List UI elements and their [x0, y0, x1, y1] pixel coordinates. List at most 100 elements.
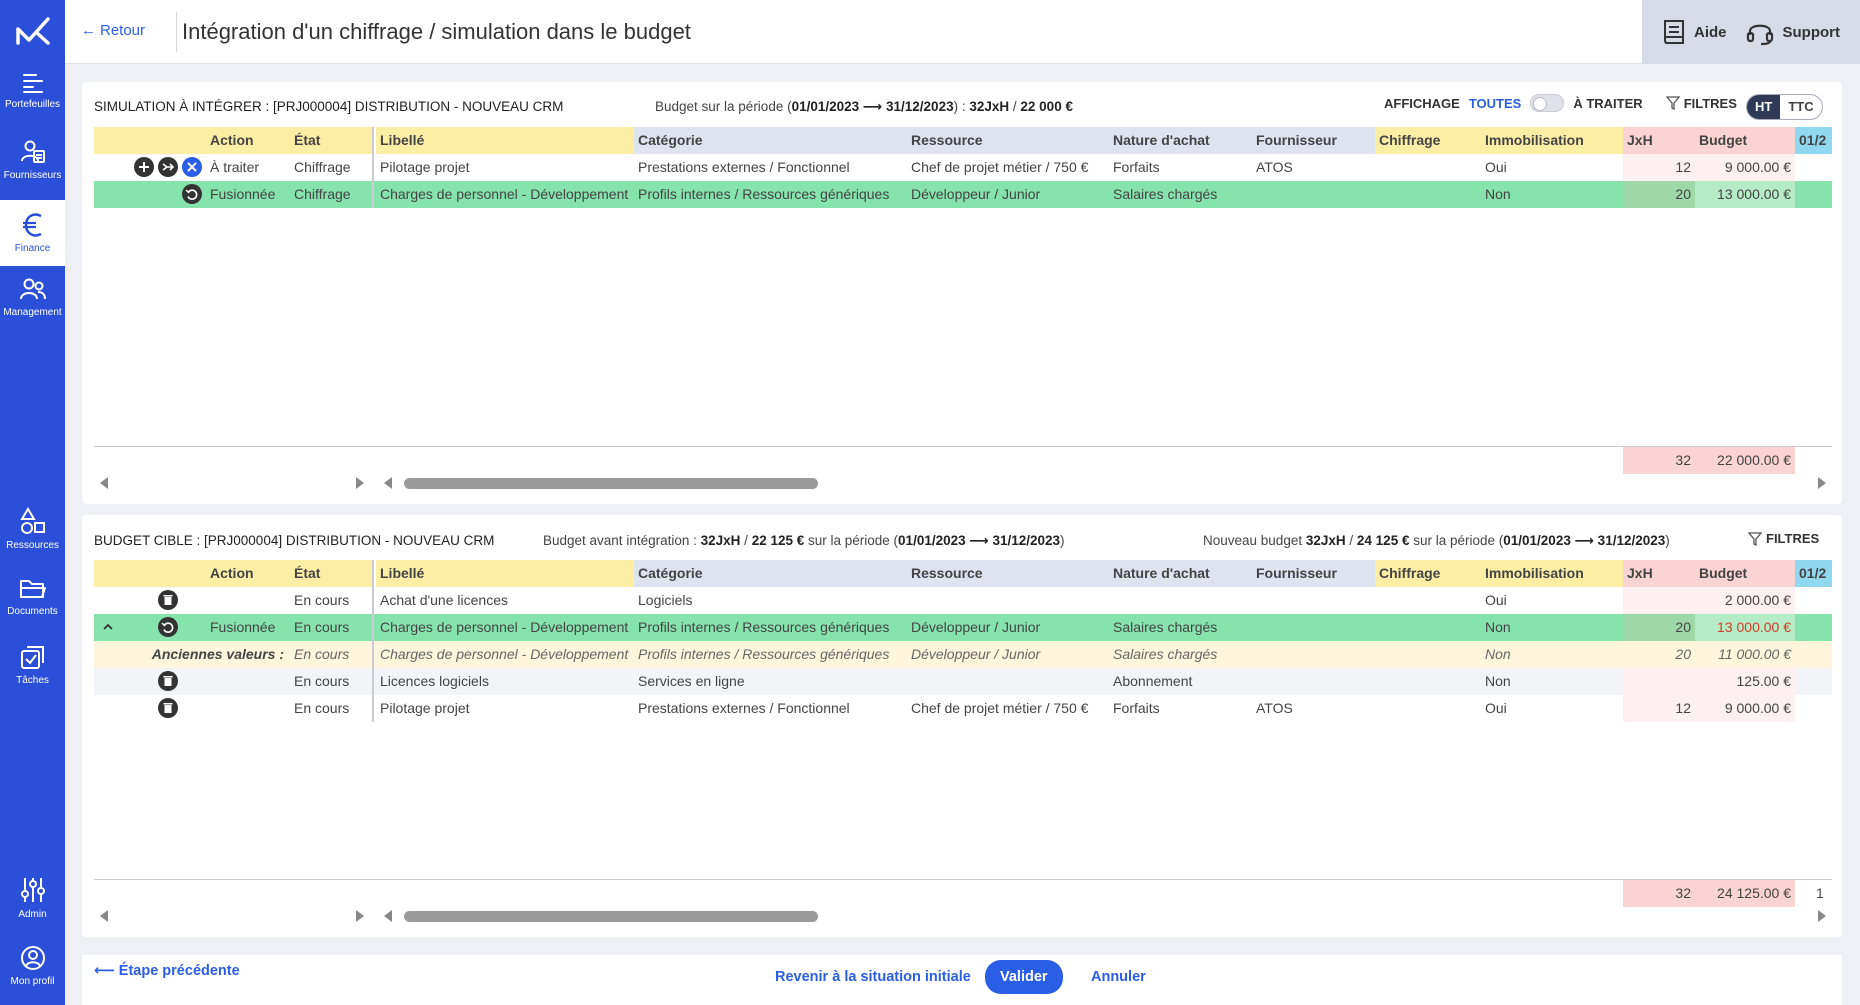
header-budget[interactable]: Budget [1695, 560, 1795, 587]
header-fournisseur[interactable]: Fournisseur [1252, 560, 1375, 587]
display-toggle[interactable] [1530, 94, 1565, 112]
header-jxh[interactable]: JxH [1623, 127, 1695, 154]
nav-label: Ressources [6, 540, 59, 551]
header-fournisseur[interactable]: Fournisseur [1252, 127, 1375, 154]
trash-icon[interactable] [158, 590, 178, 611]
header-chiffrage[interactable]: Chiffrage [1375, 127, 1481, 154]
cell-action [206, 668, 290, 695]
a-traiter-option[interactable]: À TRAITER [1573, 96, 1642, 111]
book-icon [1663, 20, 1684, 44]
collapse-icon[interactable] [94, 614, 122, 641]
table-row[interactable]: Fusionnée Chiffrage Charges de personnel… [94, 181, 1832, 208]
cancel-button[interactable]: Annuler [1091, 969, 1146, 985]
header-date[interactable]: 01/2 [1795, 560, 1832, 587]
footer-bar: ⟵ Étape précédente Revenir à la situatio… [82, 955, 1842, 1005]
nav-ressources[interactable]: Ressources [0, 507, 65, 551]
header-cell [94, 560, 122, 587]
ht-ttc-switch[interactable]: HT TTC [1746, 94, 1823, 120]
filters-button[interactable]: FILTRES [1665, 96, 1737, 111]
nav-portefeuilles[interactable]: Portefeuilles [0, 72, 65, 110]
nav-admin[interactable]: Admin [0, 876, 65, 920]
cell [94, 154, 122, 181]
table-row[interactable]: En cours Licences logiciels Services en … [94, 668, 1832, 695]
scroll-thumb[interactable] [404, 478, 818, 489]
scroll-thumb[interactable] [404, 911, 818, 922]
scroll-right-icon[interactable] [356, 477, 364, 489]
undo-icon[interactable] [182, 184, 202, 205]
budget-cible-panel: BUDGET CIBLE : [PRJ000004] DISTRIBUTION … [82, 515, 1842, 937]
budget-before-info: Budget avant intégration : 32JxH / 22 12… [543, 533, 1065, 549]
cell-etat: En cours [290, 695, 374, 722]
horizontal-scrollbar[interactable] [94, 905, 1832, 927]
trash-icon[interactable] [158, 671, 178, 692]
page-title: Intégration d'un chiffrage / simulation … [182, 19, 691, 44]
header-libelle[interactable]: Libellé [376, 560, 634, 587]
nav-management[interactable]: Management [0, 278, 65, 318]
scroll-right-icon[interactable] [1818, 910, 1826, 922]
nav-taches[interactable]: Tâches [0, 644, 65, 686]
help-button[interactable]: Aide [1662, 18, 1727, 46]
table-row[interactable]: À traiter Chiffrage Pilotage projet Pres… [94, 154, 1832, 181]
scroll-left-icon[interactable] [100, 477, 108, 489]
filter-icon [1748, 531, 1762, 546]
text: sur la période ( [1409, 533, 1504, 548]
text: Nouveau budget [1203, 533, 1306, 548]
header-budget[interactable]: Budget [1695, 127, 1795, 154]
table-row[interactable]: En cours Achat d'une licences Logiciels … [94, 587, 1832, 614]
header-etat[interactable]: État [290, 127, 374, 154]
header-ressource[interactable]: Ressource [907, 560, 1109, 587]
cell-nature: Salaires chargés [1113, 186, 1218, 202]
undo-icon[interactable] [158, 617, 178, 638]
table-row[interactable]: Fusionnée En cours Charges de personnel … [94, 614, 1832, 641]
nav-finance[interactable]: Finance [0, 200, 65, 266]
toutes-option[interactable]: TOUTES [1469, 96, 1522, 111]
amount: 22 000 € [1020, 99, 1073, 114]
cell-libelle: Licences logiciels [380, 673, 489, 689]
merge-icon[interactable] [158, 157, 179, 178]
scroll-right-icon[interactable] [356, 910, 364, 922]
scroll-left-icon[interactable] [384, 910, 392, 922]
header-date[interactable]: 01/2 [1795, 127, 1832, 154]
trash-icon[interactable] [158, 698, 178, 719]
cell-fournisseur: ATOS [1256, 159, 1293, 175]
help-label: Aide [1693, 23, 1727, 41]
header-jxh[interactable]: JxH [1623, 560, 1695, 587]
ht-option[interactable]: HT [1747, 95, 1781, 119]
cell-action: Fusionnée [210, 619, 276, 635]
header-action[interactable]: Action [206, 127, 290, 154]
support-button[interactable]: Support [1746, 18, 1840, 46]
header-etat[interactable]: État [290, 560, 374, 587]
nav-mon-profil[interactable]: Mon profil [0, 945, 65, 987]
close-icon[interactable] [182, 157, 202, 178]
header-nature[interactable]: Nature d'achat [1109, 127, 1252, 154]
header-ressource[interactable]: Ressource [907, 127, 1109, 154]
cell-budget: 13 000.00 € [1695, 614, 1795, 641]
app-logo[interactable] [0, 0, 65, 62]
scroll-left-icon[interactable] [100, 910, 108, 922]
table-row[interactable]: En cours Pilotage projet Prestations ext… [94, 695, 1832, 722]
validate-button[interactable]: Valider [985, 960, 1063, 994]
nav-documents[interactable]: Documents [0, 577, 65, 617]
header-immobilisation[interactable]: Immobilisation [1481, 560, 1623, 587]
header-libelle[interactable]: Libellé [376, 127, 634, 154]
header-categorie[interactable]: Catégorie [634, 560, 907, 587]
scroll-left-icon[interactable] [384, 477, 392, 489]
add-icon[interactable] [134, 157, 155, 178]
filters-button[interactable]: FILTRES [1748, 531, 1819, 546]
header-categorie[interactable]: Catégorie [634, 127, 907, 154]
ttc-option[interactable]: TTC [1780, 95, 1821, 119]
cell-categorie: Prestations externes / Fonctionnel [638, 159, 850, 175]
header-nature[interactable]: Nature d'achat [1109, 560, 1252, 587]
header-immobilisation[interactable]: Immobilisation [1481, 127, 1623, 154]
cell-ressource: Développeur / Junior [911, 646, 1041, 662]
previous-step-link[interactable]: ⟵ Étape précédente [94, 963, 240, 979]
cell-categorie: Logiciels [638, 592, 693, 608]
scroll-right-icon[interactable] [1818, 477, 1826, 489]
row-actions [122, 668, 206, 695]
header-action[interactable]: Action [206, 560, 290, 587]
horizontal-scrollbar[interactable] [94, 472, 1832, 494]
back-link[interactable]: ← Retour [81, 22, 145, 39]
nav-fournisseurs[interactable]: Fournisseurs [0, 139, 65, 181]
header-chiffrage[interactable]: Chiffrage [1375, 560, 1481, 587]
reset-button[interactable]: Revenir à la situation initiale [775, 969, 971, 985]
